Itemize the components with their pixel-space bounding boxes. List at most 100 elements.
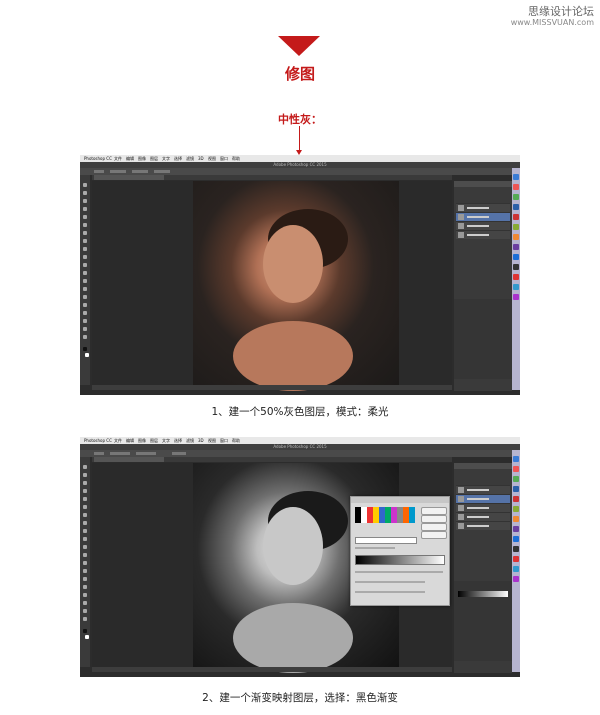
- dock-app-icon[interactable]: [513, 294, 519, 300]
- marquee-tool-icon[interactable]: [83, 191, 87, 195]
- dock-app-icon[interactable]: [513, 284, 519, 290]
- menu-edit[interactable]: 编辑: [126, 155, 134, 162]
- zoom-tool-icon[interactable]: [83, 617, 87, 621]
- menu-file[interactable]: 文件: [114, 437, 122, 444]
- menu-filter[interactable]: 滤镜: [186, 155, 194, 162]
- pen-tool-icon[interactable]: [83, 295, 87, 299]
- menu-3d[interactable]: 3D: [198, 437, 204, 444]
- eraser-tool-icon[interactable]: [83, 545, 87, 549]
- menu-help[interactable]: 帮助: [232, 437, 240, 444]
- healing-brush-tool-icon[interactable]: [83, 513, 87, 517]
- move-tool-icon[interactable]: [83, 183, 87, 187]
- dock-app-icon[interactable]: [513, 476, 519, 482]
- dock-app-icon[interactable]: [513, 536, 519, 542]
- eraser-tool-icon[interactable]: [83, 263, 87, 267]
- menu-image[interactable]: 图像: [138, 437, 146, 444]
- menu-type[interactable]: 文字: [162, 437, 170, 444]
- lasso-tool-icon[interactable]: [83, 199, 87, 203]
- layer-row[interactable]: [456, 485, 510, 494]
- dock-app-icon[interactable]: [513, 486, 519, 492]
- healing-brush-tool-icon[interactable]: [83, 231, 87, 235]
- crop-tool-icon[interactable]: [83, 215, 87, 219]
- brush-tool-icon[interactable]: [83, 521, 87, 525]
- gradient-preview-bar[interactable]: [355, 555, 445, 565]
- marquee-tool-icon[interactable]: [83, 473, 87, 477]
- menu-layer[interactable]: 图层: [150, 437, 158, 444]
- document-tab[interactable]: [94, 175, 164, 180]
- move-tool-icon[interactable]: [83, 465, 87, 469]
- dodge-tool-icon[interactable]: [83, 287, 87, 291]
- gradient-tool-icon[interactable]: [83, 271, 87, 275]
- crop-tool-icon[interactable]: [83, 497, 87, 501]
- menu-select[interactable]: 选择: [174, 155, 182, 162]
- dock-app-icon[interactable]: [513, 224, 519, 230]
- dock-app-icon[interactable]: [513, 496, 519, 502]
- hand-tool-icon[interactable]: [83, 327, 87, 331]
- dock-app-icon[interactable]: [513, 254, 519, 260]
- dock-app-icon[interactable]: [513, 214, 519, 220]
- path-selection-tool-icon[interactable]: [83, 311, 87, 315]
- cancel-button[interactable]: [421, 515, 447, 523]
- menu-view[interactable]: 视图: [208, 155, 216, 162]
- dock-app-icon[interactable]: [513, 184, 519, 190]
- lasso-tool-icon[interactable]: [83, 481, 87, 485]
- menu-edit[interactable]: 编辑: [126, 437, 134, 444]
- dock-app-icon[interactable]: [513, 576, 519, 582]
- layer-row-selected[interactable]: [456, 494, 510, 503]
- menu-image[interactable]: 图像: [138, 155, 146, 162]
- history-brush-tool-icon[interactable]: [83, 255, 87, 259]
- dock-app-icon[interactable]: [513, 506, 519, 512]
- blur-tool-icon[interactable]: [83, 561, 87, 565]
- gradient-presets[interactable]: [355, 507, 415, 523]
- foreground-color-swatch[interactable]: [83, 629, 87, 633]
- background-color-swatch[interactable]: [85, 635, 89, 639]
- blur-tool-icon[interactable]: [83, 279, 87, 283]
- menu-select[interactable]: 选择: [174, 437, 182, 444]
- dock-app-icon[interactable]: [513, 194, 519, 200]
- shape-tool-icon[interactable]: [83, 319, 87, 323]
- dock-app-icon[interactable]: [513, 456, 519, 462]
- menu-layer[interactable]: 图层: [150, 155, 158, 162]
- pen-tool-icon[interactable]: [83, 577, 87, 581]
- dock-app-icon[interactable]: [513, 244, 519, 250]
- dock-app-icon[interactable]: [513, 264, 519, 270]
- eyedropper-tool-icon[interactable]: [83, 505, 87, 509]
- load-button[interactable]: [421, 523, 447, 531]
- gradient-name-input[interactable]: [355, 537, 417, 544]
- menu-window[interactable]: 窗口: [220, 155, 228, 162]
- type-tool-icon[interactable]: [83, 303, 87, 307]
- dock-app-icon[interactable]: [513, 466, 519, 472]
- layer-row[interactable]: [456, 503, 510, 512]
- clone-stamp-tool-icon[interactable]: [83, 529, 87, 533]
- eyedropper-tool-icon[interactable]: [83, 223, 87, 227]
- dock-app-icon[interactable]: [513, 234, 519, 240]
- dock-app-icon[interactable]: [513, 526, 519, 532]
- clone-stamp-tool-icon[interactable]: [83, 247, 87, 251]
- ok-button[interactable]: [421, 507, 447, 515]
- menu-type[interactable]: 文字: [162, 155, 170, 162]
- gradient-type-select[interactable]: [355, 547, 395, 549]
- layer-row[interactable]: [456, 512, 510, 521]
- menu-file[interactable]: 文件: [114, 155, 122, 162]
- gradient-tool-icon[interactable]: [83, 553, 87, 557]
- shape-tool-icon[interactable]: [83, 601, 87, 605]
- brush-tool-icon[interactable]: [83, 239, 87, 243]
- layer-row[interactable]: [456, 221, 510, 230]
- hand-tool-icon[interactable]: [83, 609, 87, 613]
- dodge-tool-icon[interactable]: [83, 569, 87, 573]
- menu-app[interactable]: Photoshop CC: [84, 437, 112, 444]
- menu-view[interactable]: 视图: [208, 437, 216, 444]
- save-button[interactable]: [421, 531, 447, 539]
- dock-app-icon[interactable]: [513, 204, 519, 210]
- foreground-color-swatch[interactable]: [83, 347, 87, 351]
- layer-row[interactable]: [456, 203, 510, 212]
- menu-window[interactable]: 窗口: [220, 437, 228, 444]
- background-color-swatch[interactable]: [85, 353, 89, 357]
- document-tab[interactable]: [94, 457, 164, 462]
- dock-app-icon[interactable]: [513, 274, 519, 280]
- magic-wand-tool-icon[interactable]: [83, 207, 87, 211]
- dock-app-icon[interactable]: [513, 566, 519, 572]
- gradient-map-preview[interactable]: [458, 591, 508, 597]
- history-brush-tool-icon[interactable]: [83, 537, 87, 541]
- menu-app[interactable]: Photoshop CC: [84, 155, 112, 162]
